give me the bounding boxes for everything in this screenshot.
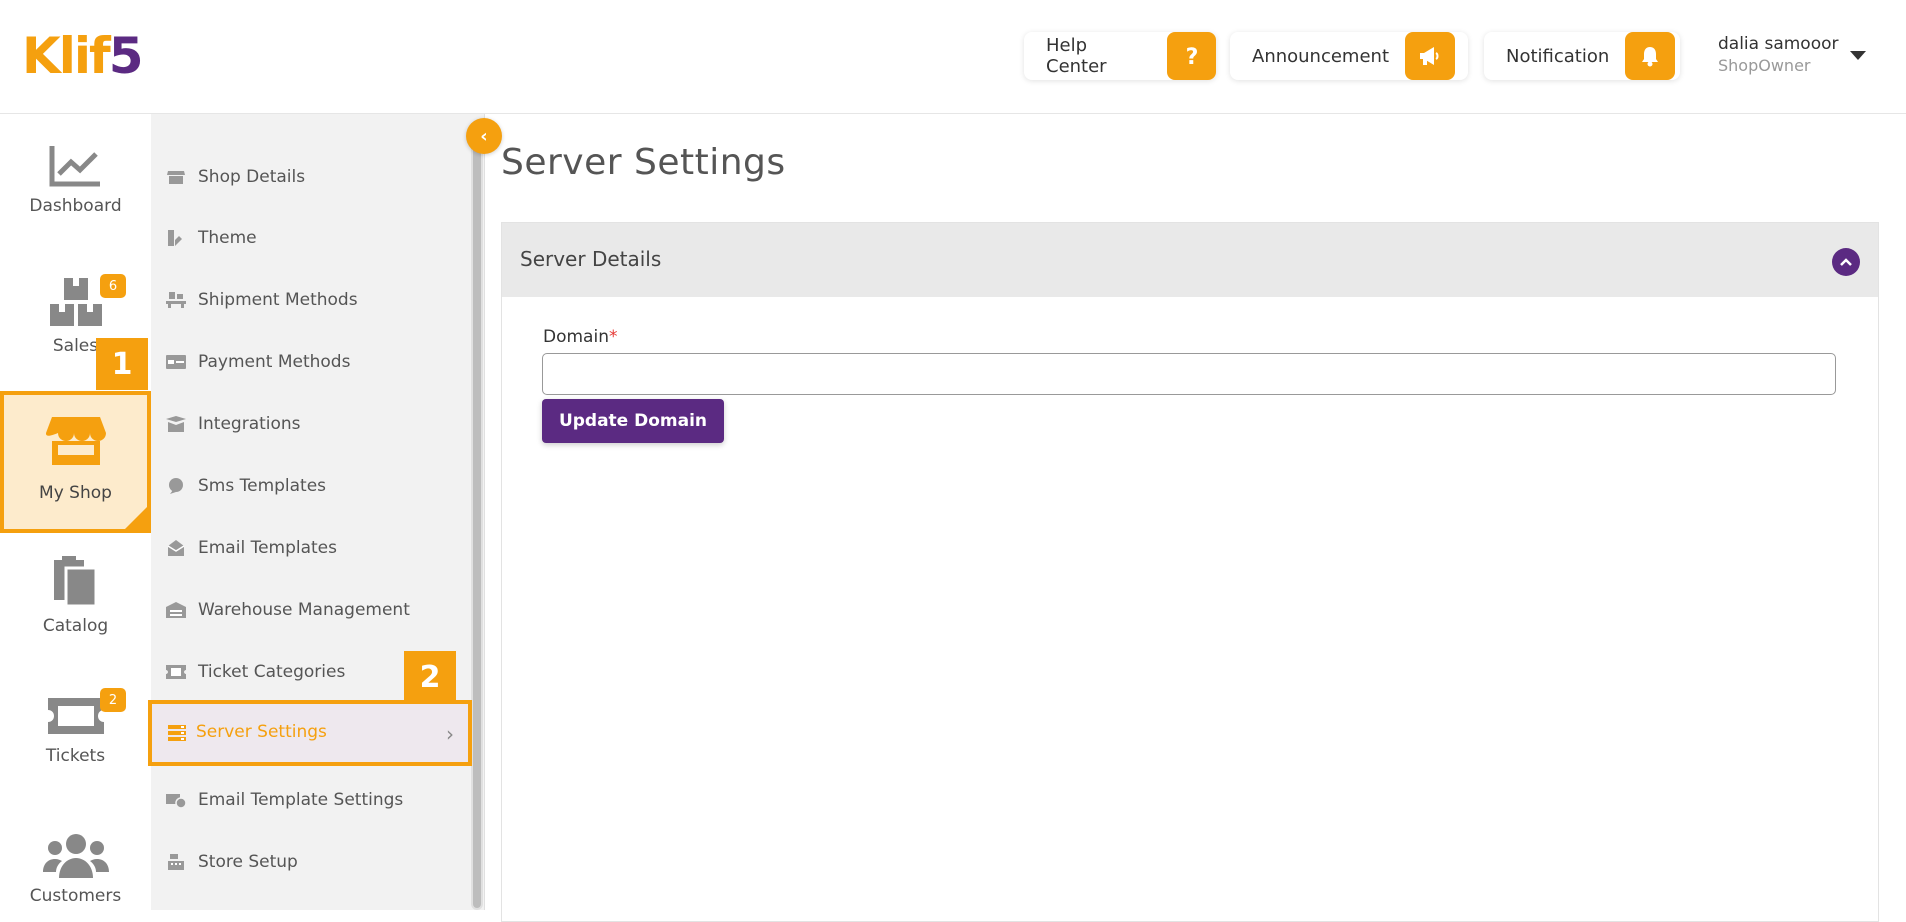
subnav-label: Warehouse Management bbox=[198, 600, 410, 620]
update-domain-button[interactable]: Update Domain bbox=[542, 399, 724, 443]
nav-label: Customers bbox=[29, 886, 122, 906]
envelope-open-icon bbox=[166, 540, 186, 556]
nav-item-dashboard[interactable]: Dashboard bbox=[0, 144, 151, 216]
subnav-label: Email Template Settings bbox=[198, 790, 404, 810]
announcement-button[interactable]: Announcement bbox=[1230, 32, 1468, 80]
required-marker: * bbox=[608, 327, 618, 347]
chart-icon bbox=[49, 146, 100, 187]
megaphone-icon bbox=[1405, 32, 1456, 80]
subnav-item-email-templates[interactable]: Email Templates bbox=[166, 536, 337, 560]
svg-text:?: ? bbox=[1185, 45, 1198, 68]
pallet-icon bbox=[166, 292, 186, 308]
nav-label: Tickets bbox=[45, 746, 106, 766]
panel-header[interactable]: Server Details bbox=[502, 223, 1878, 297]
subnav-label: Shipment Methods bbox=[198, 290, 358, 310]
logo-accent: 5 bbox=[108, 27, 144, 85]
subnav-item-theme[interactable]: Theme bbox=[166, 226, 257, 250]
domain-label: Domain* bbox=[543, 327, 617, 347]
announcement-label: Announcement bbox=[1252, 45, 1390, 67]
tickets-badge: 2 bbox=[100, 688, 126, 712]
subnav-item-warehouse-management[interactable]: Warehouse Management bbox=[166, 598, 410, 622]
nav-label: Sales bbox=[52, 336, 99, 356]
store-icon bbox=[166, 169, 186, 185]
server-icon bbox=[168, 725, 186, 745]
chevron-down-icon[interactable] bbox=[1850, 51, 1866, 60]
subnav-item-ticket-categories[interactable]: Ticket Categories bbox=[166, 660, 345, 684]
subnav-item-integrations[interactable]: Integrations bbox=[166, 412, 301, 436]
ticket-icon bbox=[47, 698, 104, 734]
domain-input[interactable] bbox=[542, 353, 1836, 395]
chevron-up-icon[interactable] bbox=[1832, 248, 1860, 276]
subnav-label: Payment Methods bbox=[198, 352, 351, 372]
top-bar: Klif5 Help Center ? Announcement Notific… bbox=[0, 0, 1906, 114]
help-center-label: Help Center bbox=[1046, 35, 1107, 77]
step-callout-1: 1 bbox=[96, 338, 148, 390]
subnav-item-shipment-methods[interactable]: Shipment Methods bbox=[166, 288, 358, 312]
nav-item-my-shop[interactable]: My Shop bbox=[0, 391, 151, 533]
users-icon bbox=[42, 834, 109, 878]
clipboard-icon bbox=[53, 556, 97, 608]
subnav-item-shop-details[interactable]: Shop Details bbox=[166, 165, 305, 189]
subnav-label: Email Templates bbox=[198, 538, 337, 558]
scrollbar-thumb[interactable] bbox=[473, 132, 481, 908]
subnav-item-store-setup[interactable]: Store Setup bbox=[166, 850, 298, 874]
logo[interactable]: Klif5 bbox=[22, 31, 144, 81]
boxes-icon bbox=[49, 278, 102, 326]
bell-icon bbox=[1625, 32, 1676, 80]
nav-label: My Shop bbox=[39, 483, 112, 503]
subnav-item-payment-methods[interactable]: Payment Methods bbox=[166, 350, 350, 374]
server-details-panel: Server Details Domain* Update Domain bbox=[501, 222, 1879, 922]
mail-settings-icon bbox=[166, 792, 186, 808]
nav-label: Catalog bbox=[42, 616, 109, 636]
palette-icon bbox=[166, 230, 186, 246]
cash-register-icon bbox=[166, 854, 186, 870]
subnav-label: Ticket Categories bbox=[198, 662, 346, 682]
subnav-label: Server Settings bbox=[196, 722, 327, 742]
warehouse-icon bbox=[166, 602, 186, 618]
ticket-icon bbox=[166, 664, 186, 680]
user-name: dalia samooor bbox=[1718, 34, 1839, 54]
primary-sidebar: Dashboard Sales 6 My Shop 1 Catalog Tick… bbox=[0, 114, 151, 910]
nav-item-tickets[interactable]: Tickets bbox=[0, 694, 151, 766]
sales-badge: 6 bbox=[100, 274, 126, 298]
box-open-icon bbox=[166, 416, 186, 432]
main-content: Server Settings Server Details Domain* U… bbox=[485, 114, 1906, 922]
active-corner bbox=[121, 503, 151, 533]
user-role: ShopOwner bbox=[1718, 56, 1811, 75]
subnav-label: Theme bbox=[198, 228, 257, 248]
domain-label-text: Domain bbox=[543, 327, 609, 347]
subnav-label: Sms Templates bbox=[198, 476, 327, 496]
nav-label: Dashboard bbox=[29, 196, 122, 216]
money-icon bbox=[166, 354, 186, 370]
shop-icon bbox=[46, 417, 106, 465]
page-title: Server Settings bbox=[501, 142, 786, 183]
subnav-label: Shop Details bbox=[198, 167, 306, 187]
subnav-label: Integrations bbox=[198, 414, 301, 434]
help-center-button[interactable]: Help Center ? bbox=[1024, 32, 1216, 80]
user-menu[interactable]: dalia samooor ShopOwner bbox=[1718, 34, 1839, 75]
notification-label: Notification bbox=[1506, 45, 1610, 67]
subnav-label: Store Setup bbox=[198, 852, 298, 872]
subnav-item-server-settings[interactable]: Server Settings › bbox=[148, 700, 472, 766]
subnav-item-email-template-settings[interactable]: Email Template Settings bbox=[166, 788, 403, 812]
nav-item-customers[interactable]: Customers bbox=[0, 832, 151, 906]
sms-icon bbox=[166, 478, 186, 494]
nav-item-catalog[interactable]: Catalog bbox=[0, 554, 151, 636]
sidebar-scrollbar[interactable] bbox=[471, 130, 483, 910]
chevron-right-icon: › bbox=[446, 722, 454, 746]
panel-title: Server Details bbox=[520, 247, 662, 271]
question-icon: ? bbox=[1167, 32, 1216, 80]
subnav-item-sms-templates[interactable]: Sms Templates bbox=[166, 474, 326, 498]
notification-button[interactable]: Notification bbox=[1484, 32, 1680, 80]
logo-main: Klif bbox=[22, 27, 111, 85]
step-callout-2: 2 bbox=[404, 651, 456, 703]
